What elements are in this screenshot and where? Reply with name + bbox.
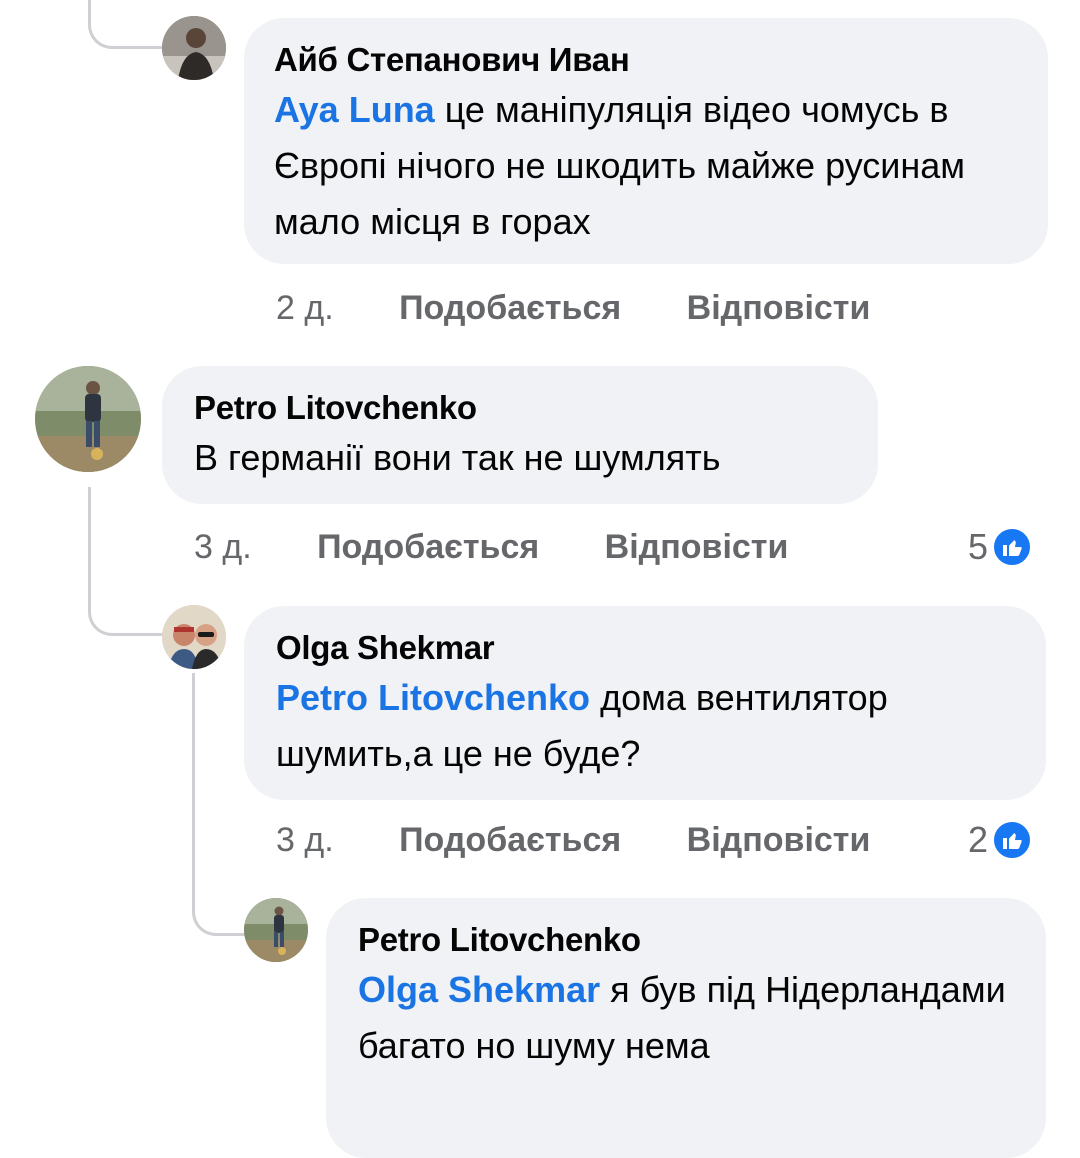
avatar[interactable]	[162, 16, 226, 80]
comment-text: В германії вони так не шумлять	[194, 437, 721, 478]
like-button[interactable]: Подобається	[399, 286, 621, 330]
comment-actions: 2 д. Подобається Відповісти	[276, 286, 870, 330]
thread-line-top	[88, 0, 163, 49]
avatar[interactable]	[244, 898, 308, 962]
avatar-photo-icon	[244, 898, 308, 962]
comment-actions: 3 д. Подобається Відповісти	[194, 525, 788, 569]
comment-author[interactable]: Petro Litovchenko	[194, 386, 846, 430]
comment-author[interactable]: Айб Степанович Иван	[274, 38, 1018, 82]
comment-text: Petro Litovchenko дома вентилятор шумить…	[276, 670, 1014, 782]
comment-bubble: Айб Степанович Иван Aya Luna це маніпуля…	[244, 18, 1048, 264]
comment-bubble: Petro Litovchenko В германії вони так не…	[162, 366, 878, 504]
comment-time[interactable]: 3 д.	[194, 525, 252, 569]
comment-time[interactable]: 3 д.	[276, 818, 334, 862]
like-reaction-icon	[992, 820, 1033, 860]
like-reaction-icon	[992, 527, 1033, 567]
reply-button[interactable]: Відповісти	[687, 818, 871, 862]
avatar[interactable]	[35, 366, 141, 472]
comment-bubble: Petro Litovchenko Olga Shekmar я був під…	[326, 898, 1046, 1158]
reaction-number: 2	[968, 819, 989, 860]
avatar-photo-icon	[162, 16, 226, 80]
comment-bubble: Olga Shekmar Petro Litovchenko дома вент…	[244, 606, 1046, 800]
comment-text: Olga Shekmar я був під Нідерландами бага…	[358, 962, 1014, 1074]
reply-button[interactable]: Відповісти	[687, 286, 871, 330]
reply-button[interactable]: Відповісти	[605, 525, 789, 569]
reaction-count[interactable]: 2	[968, 818, 1033, 862]
avatar-photo-icon	[162, 605, 226, 669]
mention-link[interactable]: Petro Litovchenko	[276, 677, 590, 718]
like-button[interactable]: Подобається	[317, 525, 539, 569]
like-button[interactable]: Подобається	[399, 818, 621, 862]
comment-author[interactable]: Olga Shekmar	[276, 626, 1014, 670]
avatar-photo-icon	[35, 366, 141, 472]
mention-link[interactable]: Aya Luna	[274, 89, 435, 130]
comment-time[interactable]: 2 д.	[276, 286, 334, 330]
mention-link[interactable]: Olga Shekmar	[358, 969, 600, 1010]
reaction-number: 5	[968, 526, 989, 567]
reaction-count[interactable]: 5	[968, 525, 1033, 569]
thread-line-olga	[192, 673, 247, 936]
thread-line-petro	[88, 487, 163, 636]
comment-actions: 3 д. Подобається Відповісти	[276, 818, 870, 862]
avatar[interactable]	[162, 605, 226, 669]
comment-author[interactable]: Petro Litovchenko	[358, 918, 1014, 962]
comment-text: Aya Luna це маніпуляція відео чомусь в Є…	[274, 82, 1018, 250]
